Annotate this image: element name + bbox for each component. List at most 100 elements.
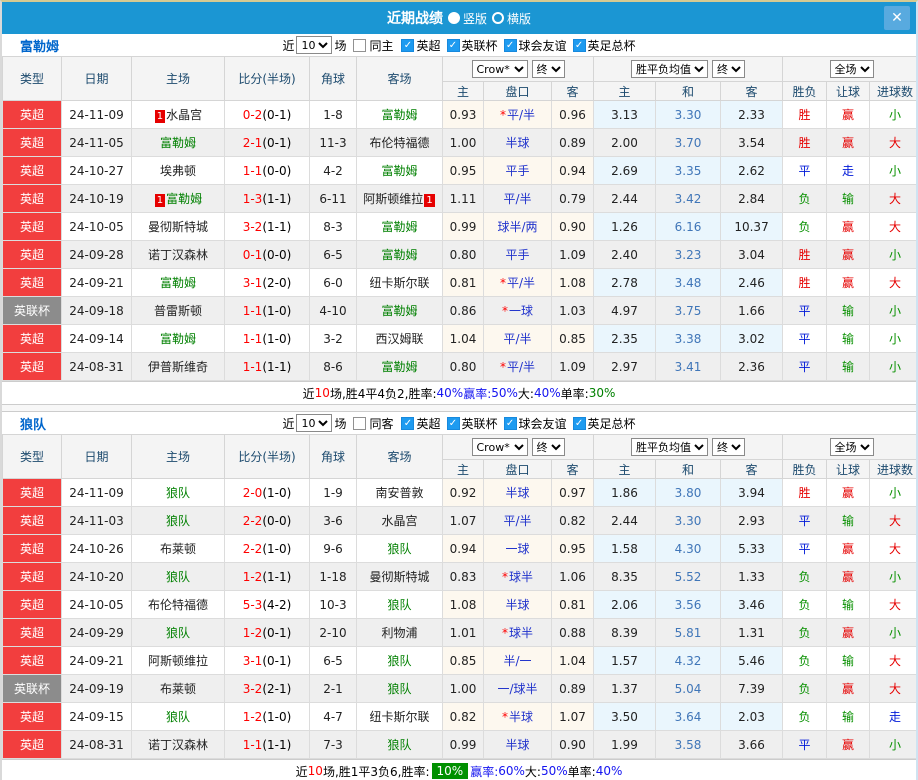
result-value: 小 bbox=[889, 570, 902, 584]
score-cell: 1-1(1-1) bbox=[224, 730, 310, 759]
handicap-result-cell: 输 bbox=[826, 324, 871, 353]
odds-time-select[interactable]: 终 bbox=[531, 438, 565, 456]
goals-result-cell: 小 bbox=[869, 156, 916, 185]
match-row: 英超 24-10-19 1 富勒姆 1-3(1-1) 6-11 阿斯顿维拉 1 1.11 平/半 0… bbox=[2, 184, 916, 213]
away-odds-cell: 0.89 bbox=[550, 674, 595, 703]
away-team-name: 水晶宫 bbox=[381, 514, 418, 528]
away-team-cell: 南安普敦 bbox=[356, 478, 443, 507]
scope-select[interactable]: 全场 bbox=[829, 60, 874, 78]
date-cell: 24-09-18 bbox=[61, 296, 132, 325]
goals-result-cell: 大 bbox=[869, 268, 916, 297]
red-card-badge: 1 bbox=[154, 110, 166, 123]
result-value: 输 bbox=[842, 514, 855, 528]
goals-result-cell: 小 bbox=[869, 240, 916, 269]
competition-checkbox[interactable]: ✓ bbox=[503, 38, 517, 52]
match-count-select[interactable]: 10 bbox=[296, 36, 333, 54]
same-venue-checkbox[interactable] bbox=[353, 38, 367, 52]
handicap-result-cell: 赢 bbox=[826, 128, 871, 157]
result-value: 赢 bbox=[842, 570, 855, 584]
competition-checkbox[interactable]: ✓ bbox=[572, 38, 586, 52]
home-team-cell: 富勒姆 bbox=[131, 268, 225, 297]
home-team-name: 水晶宫 bbox=[166, 108, 203, 122]
avg-odds-select[interactable]: 胜平负均值 bbox=[631, 438, 709, 456]
summary-part: 场,胜4平4负2, bbox=[329, 386, 409, 401]
home-team-name: 富勒姆 bbox=[159, 276, 196, 290]
home-odds-cell: 1.11 bbox=[442, 184, 484, 213]
match-row: 英超 24-09-29 狼队 1-2(0-1) 2-10 利物浦 1.01 *球半 0.88 8.… bbox=[2, 618, 916, 647]
score-cell: 3-2(2-1) bbox=[224, 674, 310, 703]
avg-home-odds-cell: 2.69 bbox=[593, 156, 657, 185]
avg-draw-odds: 3.56 bbox=[674, 597, 702, 612]
handicap-cell: 平/半 bbox=[483, 184, 552, 213]
handicap-cell: *球半 bbox=[483, 618, 552, 647]
result-value: 赢 bbox=[842, 486, 855, 500]
result-value: 小 bbox=[889, 108, 902, 122]
avg-odds-select[interactable]: 胜平负均值 bbox=[631, 60, 709, 78]
corners-cell: 1-9 bbox=[309, 478, 357, 507]
home-team-name: 埃弗顿 bbox=[159, 164, 196, 178]
away-team-name: 狼队 bbox=[387, 598, 412, 612]
competition-checkbox[interactable]: ✓ bbox=[446, 416, 460, 430]
home-team-cell: 狼队 bbox=[131, 618, 225, 647]
score-cell: 0-2(0-1) bbox=[224, 100, 310, 129]
home-team-name: 伊普斯维奇 bbox=[147, 360, 208, 374]
col-odds-away: 客 bbox=[550, 459, 595, 479]
league-badge: 英联杯 bbox=[2, 296, 62, 325]
layout-radio-vertical[interactable]: 竖版 bbox=[447, 10, 487, 27]
result-value: 大 bbox=[889, 654, 902, 668]
home-team-cell: 伊普斯维奇 bbox=[131, 352, 225, 381]
avg-home-odds-cell: 3.13 bbox=[593, 100, 657, 129]
halftime-score: (1-1) bbox=[262, 191, 292, 206]
halftime-score: (1-0) bbox=[262, 541, 292, 556]
halftime-score: (4-2) bbox=[262, 597, 292, 612]
corners-cell: 3-6 bbox=[309, 506, 357, 535]
fulltime-score: 2-0 bbox=[242, 485, 263, 500]
red-card-badge: 1 bbox=[424, 194, 435, 207]
competition-checkbox[interactable]: ✓ bbox=[446, 38, 460, 52]
avg-draw-odds-cell: 3.80 bbox=[655, 478, 722, 507]
col-type: 类型 bbox=[2, 56, 62, 101]
handicap-result-cell: 输 bbox=[826, 702, 871, 731]
match-count-select[interactable]: 10 bbox=[296, 414, 333, 432]
avg-draw-odds: 4.30 bbox=[674, 541, 702, 556]
competition-checkbox[interactable]: ✓ bbox=[503, 416, 517, 430]
avg-time-select[interactable]: 终 bbox=[712, 438, 746, 456]
corners-cell: 8-3 bbox=[309, 212, 357, 241]
scope-select[interactable]: 全场 bbox=[829, 438, 874, 456]
competition-checkbox[interactable]: ✓ bbox=[572, 416, 586, 430]
avg-draw-odds: 3.80 bbox=[674, 485, 702, 500]
col-odds-home: 主 bbox=[442, 81, 484, 101]
avg-draw-odds: 4.32 bbox=[674, 653, 702, 668]
same-venue-checkbox[interactable] bbox=[353, 416, 367, 430]
avg-draw-odds-cell: 3.64 bbox=[655, 702, 722, 731]
near-label: 近 bbox=[282, 38, 295, 53]
result-value: 负 bbox=[798, 626, 811, 640]
handicap-line: 平/半 bbox=[506, 360, 536, 374]
avg-home-odds-cell: 2.97 bbox=[593, 352, 657, 381]
odds-provider-select[interactable]: Crow* bbox=[471, 60, 528, 78]
date-cell: 24-09-28 bbox=[61, 240, 132, 269]
away-odds-cell: 1.09 bbox=[550, 240, 595, 269]
date-cell: 24-09-15 bbox=[61, 702, 132, 731]
odds-time-select[interactable]: 终 bbox=[531, 60, 565, 78]
fulltime-score: 1-1 bbox=[242, 163, 263, 178]
results-table: 类型 日期 主场 比分(半场) 角球 客场 Crow* 终 胜平负均值 终 全场… bbox=[2, 434, 916, 759]
avg-time-select[interactable]: 终 bbox=[712, 60, 746, 78]
competition-checkbox[interactable]: ✓ bbox=[401, 416, 415, 430]
date-cell: 24-11-09 bbox=[61, 100, 132, 129]
avg-draw-odds: 3.41 bbox=[674, 359, 702, 374]
home-odds-cell: 1.01 bbox=[442, 618, 484, 647]
match-row: 英超 24-09-28 诺丁汉森林 0-1(0-0) 6-5 富勒姆 0.80 平手 1.09 2… bbox=[2, 240, 916, 269]
close-button[interactable]: ✕ bbox=[884, 6, 910, 30]
layout-radio-horizontal[interactable]: 横版 bbox=[492, 10, 531, 27]
away-odds-cell: 0.90 bbox=[550, 212, 595, 241]
near-label: 近 bbox=[282, 416, 295, 431]
odds-provider-select[interactable]: Crow* bbox=[471, 438, 528, 456]
goals-result-cell: 走 bbox=[869, 702, 916, 731]
competition-checkbox[interactable]: ✓ bbox=[401, 38, 415, 52]
result-value: 平 bbox=[798, 542, 811, 556]
team-section-wolves: 狼队 近 10 场 同客 ✓ 英超 ✓ 英联杯 ✓ 球会友谊 ✓ 英足总杯 类型 日期 主场 bbox=[2, 412, 916, 780]
handicap-line: 平/半 bbox=[503, 332, 532, 346]
away-odds-cell: 0.90 bbox=[550, 730, 595, 759]
halftime-score: (1-1) bbox=[262, 737, 292, 752]
